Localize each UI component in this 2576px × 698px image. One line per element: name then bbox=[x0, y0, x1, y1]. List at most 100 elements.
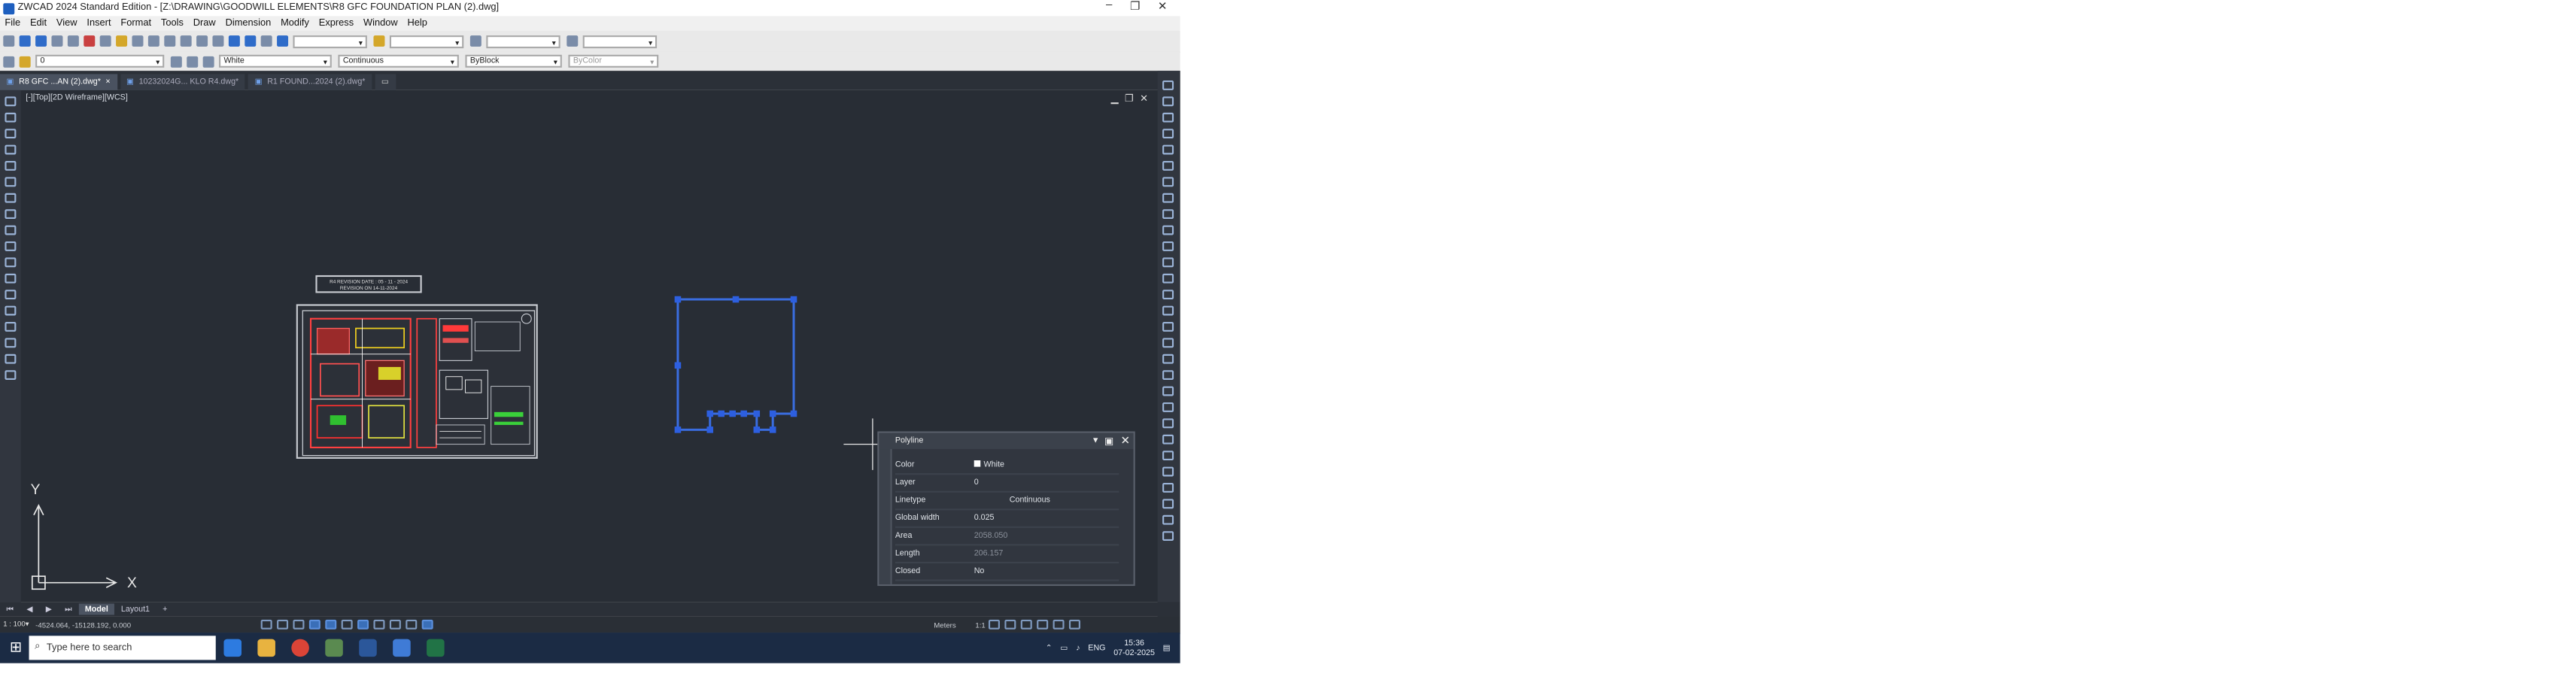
prev-layout-icon[interactable]: ◀ bbox=[20, 604, 39, 615]
table-style-combo[interactable]: ▼ bbox=[486, 35, 560, 48]
prop-row-closed[interactable]: Closed No bbox=[895, 563, 1119, 581]
mtext-icon[interactable] bbox=[5, 370, 17, 381]
move-icon[interactable] bbox=[1162, 161, 1174, 171]
circle-icon[interactable] bbox=[5, 177, 17, 187]
zoom-realtime-icon[interactable] bbox=[196, 35, 207, 47]
cut-icon[interactable] bbox=[83, 35, 95, 47]
stretch-icon[interactable] bbox=[1162, 209, 1174, 220]
tool-palettes-icon[interactable] bbox=[260, 35, 272, 47]
ellipse-arc-icon[interactable] bbox=[5, 241, 17, 251]
edit-hatch-icon[interactable] bbox=[1162, 386, 1174, 396]
annotation-scale[interactable]: 1:1 bbox=[975, 621, 985, 629]
chevron-down-icon[interactable]: ▼ bbox=[1092, 436, 1100, 446]
lock-ui-icon[interactable] bbox=[1019, 619, 1031, 630]
extend-icon[interactable] bbox=[1162, 257, 1174, 268]
new-tab-button[interactable]: ▭ bbox=[375, 74, 396, 90]
layer-previous-icon[interactable] bbox=[186, 55, 198, 67]
copilot-icon[interactable] bbox=[223, 639, 242, 657]
design-center-icon[interactable] bbox=[244, 35, 256, 47]
excel-icon[interactable] bbox=[426, 639, 444, 657]
volume-icon[interactable]: ♪ bbox=[1076, 643, 1080, 653]
clock[interactable]: 15:36 07-02-2025 bbox=[1113, 639, 1155, 658]
file-explorer-icon[interactable] bbox=[257, 639, 275, 657]
dim-style-combo[interactable]: ▼ bbox=[389, 35, 464, 48]
panel-options-icon[interactable]: ▣ bbox=[1104, 435, 1113, 447]
menu-modify[interactable]: Modify bbox=[281, 19, 309, 29]
break-icon[interactable] bbox=[1162, 273, 1174, 284]
polygon-icon[interactable] bbox=[5, 129, 17, 139]
ortho-toggle-icon[interactable] bbox=[292, 619, 304, 630]
grid-toggle-icon[interactable] bbox=[260, 619, 272, 630]
menu-insert[interactable]: Insert bbox=[87, 19, 111, 29]
plot-preview-icon[interactable] bbox=[66, 35, 78, 47]
layer-freeze-icon[interactable] bbox=[1162, 483, 1174, 493]
line-icon[interactable] bbox=[5, 96, 17, 107]
match-properties-icon[interactable] bbox=[131, 35, 143, 47]
prop-row-color[interactable]: Color White bbox=[895, 457, 1119, 475]
zoom-window-icon[interactable] bbox=[211, 35, 223, 47]
menu-window[interactable]: Window bbox=[363, 19, 398, 29]
quick-properties-toggle-icon[interactable] bbox=[405, 619, 417, 630]
windows-start-icon[interactable]: ⊞ bbox=[10, 639, 22, 657]
color-combo[interactable]: White ▼ bbox=[219, 54, 332, 68]
prop-row-layer[interactable]: Layer 0 bbox=[895, 475, 1119, 493]
prop-row-global-width[interactable]: Global width 0.025 bbox=[895, 510, 1119, 528]
edit-text-icon[interactable] bbox=[1162, 402, 1174, 412]
scale-indicator[interactable]: 1 : 100▾ bbox=[3, 620, 29, 630]
notifications-icon[interactable]: ▤ bbox=[1163, 643, 1171, 653]
layer-lock-icon[interactable] bbox=[1162, 514, 1174, 525]
menu-help[interactable]: Help bbox=[408, 19, 427, 29]
fullscreen-icon[interactable] bbox=[1052, 619, 1064, 630]
polyline-icon[interactable] bbox=[5, 112, 17, 123]
copy-icon[interactable] bbox=[99, 35, 111, 47]
viewport-close-button[interactable]: ✕ bbox=[1140, 93, 1148, 105]
chrome-icon[interactable] bbox=[290, 639, 308, 657]
prop-row-linetype[interactable]: Linetype Continuous bbox=[895, 493, 1119, 511]
properties-palette-icon[interactable] bbox=[227, 35, 239, 47]
taskbar-search[interactable]: ⌕ Type here to search bbox=[28, 636, 215, 660]
tab-layout1[interactable]: Layout1 bbox=[114, 604, 156, 615]
otrack-toggle-icon[interactable] bbox=[340, 619, 352, 630]
chamfer-icon[interactable] bbox=[1162, 305, 1174, 316]
revcloud-icon[interactable] bbox=[5, 193, 17, 203]
table-icon[interactable] bbox=[5, 354, 17, 364]
minimize-button[interactable]: – bbox=[1106, 0, 1112, 13]
foundation-plan-drawing[interactable] bbox=[296, 304, 538, 459]
first-layout-icon[interactable]: ⏮ bbox=[0, 604, 20, 615]
menu-express[interactable]: Express bbox=[319, 19, 354, 29]
maximize-button[interactable]: ❐ bbox=[1130, 0, 1140, 13]
ellipse-icon[interactable] bbox=[5, 225, 17, 235]
multileader-style-combo[interactable]: ▼ bbox=[582, 35, 658, 48]
join-icon[interactable] bbox=[1162, 290, 1174, 300]
customization-menu-icon[interactable] bbox=[1068, 619, 1080, 630]
menu-tools[interactable]: Tools bbox=[161, 19, 184, 29]
workspace-icon[interactable] bbox=[1004, 619, 1016, 630]
text-style-combo[interactable]: ▼ bbox=[293, 35, 367, 48]
dynamic-input-icon[interactable] bbox=[357, 619, 369, 630]
transparency-toggle-icon[interactable] bbox=[388, 619, 400, 630]
doc-tab-r1-found[interactable]: ▣ R1 FOUND...2024 (2).dwg* bbox=[248, 74, 372, 90]
plotstyle-combo[interactable]: ByColor ▼ bbox=[568, 54, 659, 68]
viewport-minimize-button[interactable]: ▁ bbox=[1111, 93, 1119, 105]
insert-block-icon[interactable] bbox=[5, 257, 17, 268]
erase-icon[interactable] bbox=[1162, 80, 1174, 90]
menu-dimension[interactable]: Dimension bbox=[226, 19, 272, 29]
selection-cycling-icon[interactable] bbox=[421, 619, 433, 630]
make-current-layer-icon[interactable] bbox=[169, 55, 181, 67]
layer-iso-icon[interactable] bbox=[1162, 466, 1174, 477]
region-icon[interactable] bbox=[5, 338, 17, 348]
edit-spline-icon[interactable] bbox=[1162, 370, 1174, 381]
linetype-combo[interactable]: Continuous ▼ bbox=[338, 54, 459, 68]
layer-combo[interactable]: 0 ▼ bbox=[35, 54, 165, 68]
menu-format[interactable]: Format bbox=[120, 19, 151, 29]
last-layout-icon[interactable]: ⏭ bbox=[59, 604, 79, 615]
fillet-icon[interactable] bbox=[1162, 322, 1174, 332]
print-icon[interactable] bbox=[50, 35, 62, 47]
spline-icon[interactable] bbox=[5, 209, 17, 220]
panel-close-button[interactable]: ✕ bbox=[1120, 435, 1130, 448]
menu-file[interactable]: File bbox=[5, 19, 20, 29]
layer-merge-icon[interactable] bbox=[1162, 531, 1174, 542]
lineweight-toggle-icon[interactable] bbox=[372, 619, 384, 630]
layer-manager-icon[interactable] bbox=[2, 55, 14, 67]
make-block-icon[interactable] bbox=[5, 273, 17, 284]
